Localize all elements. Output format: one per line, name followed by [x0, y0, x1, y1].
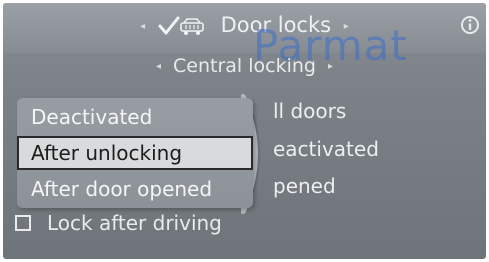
lock-after-driving-row[interactable]: Lock after driving [15, 208, 222, 238]
idrive-screen: ◂ Door locks ▸ Parmat ◂ Central locking … [3, 3, 486, 259]
title-row: ◂ Door locks ▸ [3, 13, 486, 43]
lock-after-driving-checkbox[interactable] [15, 215, 31, 231]
info-icon[interactable] [460, 13, 480, 37]
dropdown-option-deactivated[interactable]: Deactivated [17, 100, 253, 134]
list-item[interactable]: eactivated [273, 137, 379, 161]
page-title: Door locks [220, 13, 332, 37]
dropdown-option-after-unlocking[interactable]: After unlocking [17, 136, 253, 170]
subtitle-left-arrow: ◂ [155, 61, 161, 72]
check-car-icon [158, 16, 204, 35]
nav-right-arrow[interactable]: ▸ [344, 21, 349, 32]
lock-after-driving-label: Lock after driving [47, 211, 222, 235]
central-locking-label: Central locking [173, 55, 316, 77]
dropdown-popup: Deactivated After unlocking After door o… [17, 98, 253, 208]
dropdown-option-after-door-opened[interactable]: After door opened [17, 172, 253, 206]
subtitle-row[interactable]: ◂ Central locking ▸ [3, 55, 486, 83]
subtitle-right-arrow: ▸ [328, 61, 334, 72]
list-item[interactable]: pened [273, 174, 336, 198]
list-item[interactable]: ll doors [273, 99, 346, 123]
nav-left-arrow[interactable]: ◂ [140, 21, 145, 32]
